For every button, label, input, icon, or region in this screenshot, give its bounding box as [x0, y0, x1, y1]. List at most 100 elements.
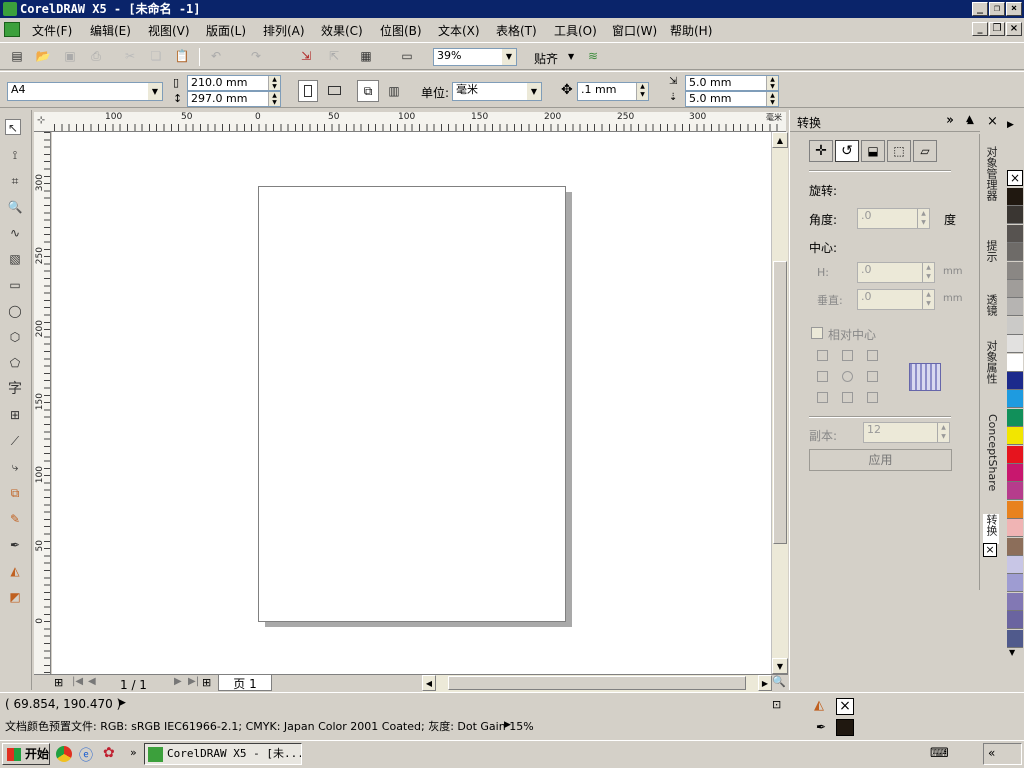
all-pages-button[interactable]: ⧉: [357, 80, 379, 102]
insert-page-after-icon[interactable]: ⊞: [202, 676, 211, 689]
fill-color-swatch[interactable]: ×: [836, 698, 854, 715]
menu-effects[interactable]: 效果(C): [321, 22, 363, 39]
anchor-mid-left[interactable]: [817, 371, 828, 382]
snap-to-menu[interactable]: 贴齐: [534, 50, 558, 67]
anchor-mid-right[interactable]: [867, 371, 878, 382]
angle-spinner[interactable]: ▲ ▼: [917, 209, 929, 228]
chrome-quicklaunch-icon[interactable]: [56, 746, 72, 762]
scroll-up-button[interactable]: ▲: [772, 132, 788, 148]
import-icon[interactable]: ⇲: [298, 48, 314, 64]
color-swatch[interactable]: [1007, 519, 1023, 538]
docker-tab-object-properties[interactable]: 对象属性: [983, 340, 999, 396]
outline-indicator-icon[interactable]: ✒: [816, 720, 826, 734]
page-tab[interactable]: 页 1: [218, 675, 272, 691]
page-height-field[interactable]: 297.0 mm ▲ ▼: [187, 91, 281, 107]
anchor-top-left[interactable]: [817, 350, 828, 361]
color-swatch[interactable]: [1007, 353, 1023, 372]
cut-icon[interactable]: ✂: [122, 48, 138, 64]
menu-text[interactable]: 文本(X): [438, 22, 480, 39]
page[interactable]: [258, 186, 566, 622]
menu-view[interactable]: 视图(V): [148, 22, 190, 39]
apply-button[interactable]: 应用: [809, 449, 952, 471]
options-icon[interactable]: ≋: [585, 48, 601, 64]
color-swatch[interactable]: [1007, 556, 1023, 574]
scroll-right-button[interactable]: ▶: [758, 675, 772, 691]
anchor-bottom-center[interactable]: [842, 392, 853, 403]
zoom-tool-icon[interactable]: 🔍: [7, 199, 23, 215]
horizontal-scrollbar[interactable]: ◀ ▶: [422, 675, 772, 692]
nudge-distance-field[interactable]: .1 mm ▲ ▼: [577, 82, 649, 101]
anchor-bottom-right[interactable]: [867, 392, 878, 403]
anchor-bottom-left[interactable]: [817, 392, 828, 403]
docker-tab-close-icon[interactable]: ×: [983, 543, 997, 557]
freehand-tool-icon[interactable]: ∿: [7, 225, 23, 241]
scale-mode-button[interactable]: ⬓: [861, 140, 885, 162]
new-document-icon[interactable]: ▤: [9, 48, 25, 64]
close-icon[interactable]: ×: [987, 114, 998, 129]
outline-color-swatch[interactable]: [836, 719, 854, 736]
no-color-swatch[interactable]: ×: [1007, 170, 1023, 186]
portrait-button[interactable]: [298, 80, 318, 102]
collapse-icon[interactable]: ▲: [967, 116, 974, 126]
page-width-field[interactable]: 210.0 mm ▲ ▼: [187, 75, 281, 91]
menu-table[interactable]: 表格(T): [496, 22, 537, 39]
height-spinner[interactable]: ▲ ▼: [268, 92, 280, 106]
docker-tab-object-manager[interactable]: 对象管理器: [983, 146, 999, 216]
chevron-down-icon[interactable]: ▼: [502, 49, 516, 65]
rotate-mode-button[interactable]: ↺: [835, 140, 859, 162]
blend-tool-icon[interactable]: ⧉: [7, 485, 23, 501]
chevron-down-icon[interactable]: ▼: [527, 83, 541, 100]
close-button[interactable]: ×: [1006, 2, 1022, 16]
scroll-left-button[interactable]: ◀: [422, 675, 436, 691]
color-swatch[interactable]: [1007, 611, 1023, 630]
first-page-icon[interactable]: |◀: [72, 676, 83, 687]
polygon-tool-icon[interactable]: ⬡: [7, 329, 23, 345]
relative-center-checkbox[interactable]: [811, 327, 823, 339]
connector-tool-icon[interactable]: ⤷: [7, 459, 23, 475]
current-page-icon[interactable]: ▥: [386, 83, 402, 99]
docker-tab-transformation[interactable]: 转换: [983, 514, 999, 544]
color-swatch[interactable]: [1007, 482, 1023, 501]
anchor-grid[interactable]: [817, 350, 879, 404]
basic-shapes-tool-icon[interactable]: ⬠: [7, 355, 23, 371]
text-tool-icon[interactable]: 字: [7, 381, 23, 397]
docker-tab-conceptshare[interactable]: ConceptShare: [983, 414, 999, 491]
welcome-screen-icon[interactable]: ▭: [399, 48, 415, 64]
restore-button[interactable]: ❐: [989, 2, 1005, 16]
center-h-field[interactable]: .0 ▲ ▼: [857, 262, 935, 283]
zoom-navigator-icon[interactable]: 🔍: [772, 675, 786, 688]
color-swatch[interactable]: [1007, 574, 1023, 593]
color-swatch[interactable]: [1007, 316, 1023, 335]
save-icon[interactable]: ▣: [62, 48, 78, 64]
eyedropper-tool-icon[interactable]: ✎: [7, 511, 23, 527]
color-swatch[interactable]: [1007, 224, 1023, 243]
outline-tool-icon[interactable]: ✒: [7, 537, 23, 553]
ellipse-tool-icon[interactable]: ◯: [7, 303, 23, 319]
menu-edit[interactable]: 编辑(E): [90, 22, 131, 39]
pick-tool-icon[interactable]: ↖: [5, 119, 21, 135]
ie-quicklaunch-icon[interactable]: ⓔ: [79, 745, 93, 765]
crop-tool-icon[interactable]: ⌗: [7, 173, 23, 189]
expand-icon[interactable]: »: [946, 113, 954, 128]
anchor-center[interactable]: [842, 371, 853, 382]
center-v-field[interactable]: .0 ▲ ▼: [857, 289, 935, 310]
menu-help[interactable]: 帮助(H): [670, 22, 712, 39]
chevron-down-icon[interactable]: ▼: [568, 52, 574, 61]
start-button[interactable]: 开始: [2, 743, 50, 765]
color-swatch[interactable]: [1007, 427, 1023, 446]
undo-icon[interactable]: ↶: [208, 48, 224, 64]
color-swatch[interactable]: [1007, 445, 1023, 464]
menu-file[interactable]: 文件(F): [32, 22, 72, 39]
copies-field[interactable]: 12 ▲ ▼: [863, 422, 950, 443]
menu-tools[interactable]: 工具(O): [554, 22, 597, 39]
duplicate-y-field[interactable]: 5.0 mm ▲ ▼: [685, 91, 779, 107]
dimension-tool-icon[interactable]: ⟋: [7, 433, 23, 449]
skew-mode-button[interactable]: ⏥: [913, 140, 937, 162]
palette-scroll-up[interactable]: ▶: [1007, 120, 1014, 130]
color-swatch[interactable]: [1007, 188, 1023, 206]
app-quicklaunch-icon[interactable]: ✿: [103, 745, 115, 761]
menu-arrange[interactable]: 排列(A): [263, 22, 305, 39]
fill-indicator-icon[interactable]: ◭: [814, 698, 824, 713]
color-swatch[interactable]: [1007, 592, 1023, 611]
color-swatch[interactable]: [1007, 280, 1023, 298]
